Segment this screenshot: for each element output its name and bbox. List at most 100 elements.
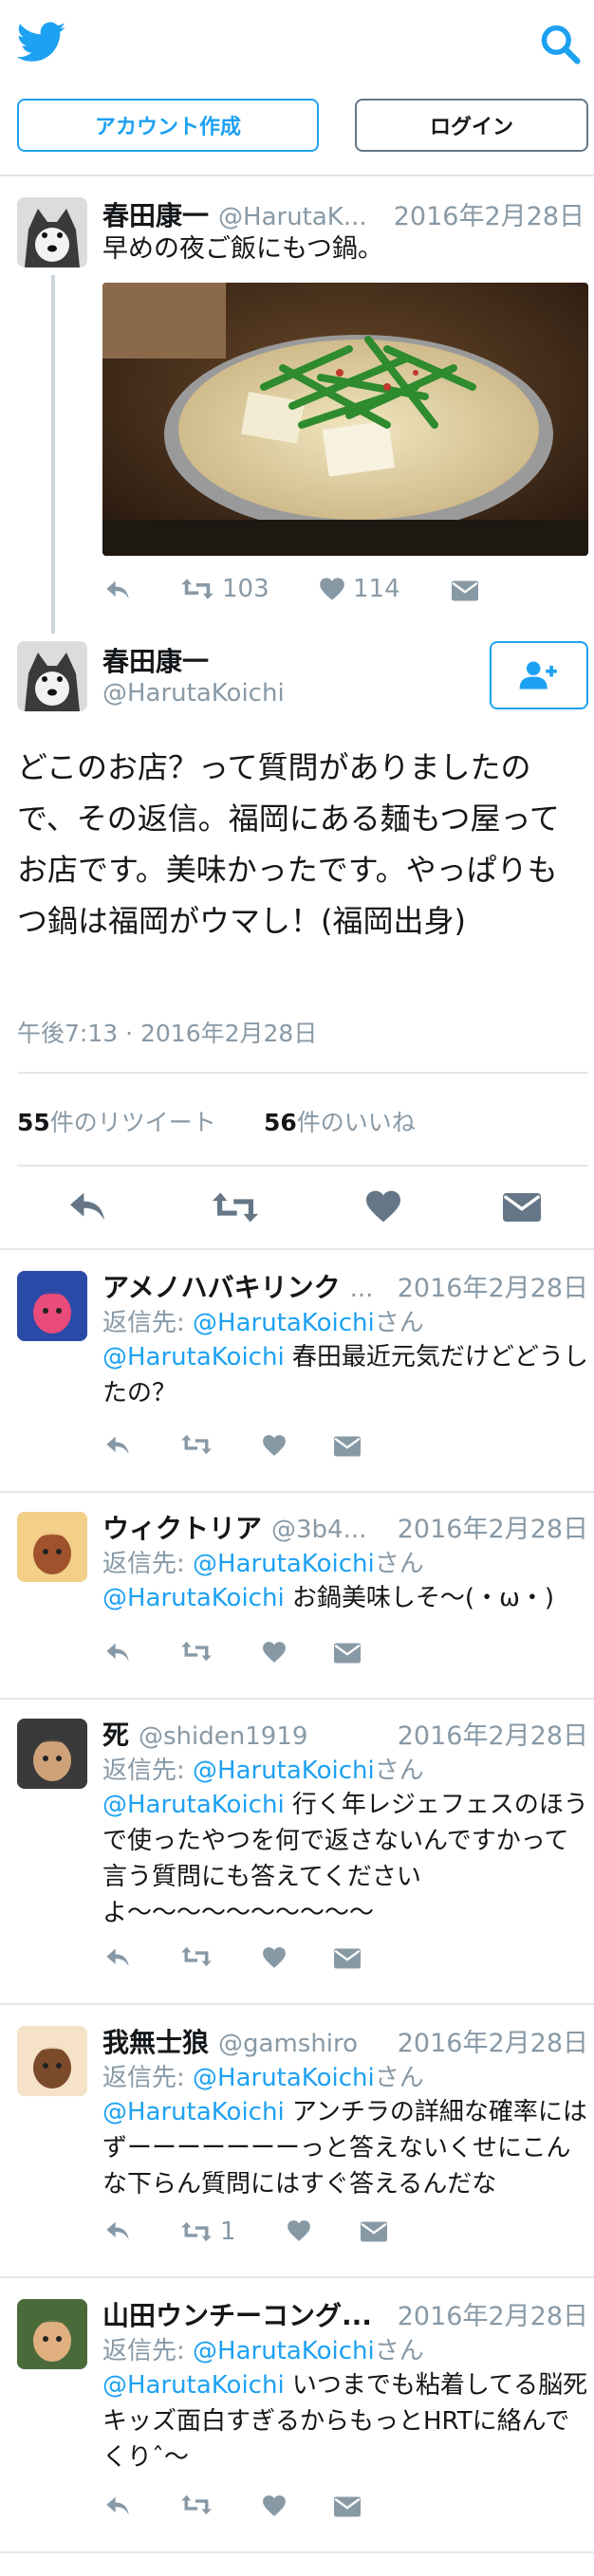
reply-prefix: 返信先:	[102, 1550, 194, 1578]
like-count: 114	[353, 575, 400, 603]
message-icon[interactable]	[334, 2496, 361, 2517]
reply-prefix: 返信先:	[102, 2064, 194, 2092]
user-name[interactable]: 山田ウンチーコング...	[102, 2295, 372, 2333]
divider	[17, 1165, 588, 1167]
reply-icon[interactable]	[66, 1189, 108, 1224]
message-icon[interactable]	[334, 1948, 361, 1969]
login-button[interactable]: ログイン	[355, 99, 588, 152]
user-name[interactable]: 死	[102, 1715, 129, 1753]
reply-to-link[interactable]: @HarutaKoichi	[193, 2064, 375, 2092]
message-icon[interactable]	[503, 1193, 541, 1222]
user-name[interactable]: 我無士狼	[102, 2022, 209, 2060]
reply-icon[interactable]	[104, 2219, 131, 2242]
avatar[interactable]	[17, 2026, 87, 2096]
thread-line	[51, 275, 55, 634]
retweet-count: 103	[222, 575, 269, 603]
reply-icon[interactable]	[104, 1946, 131, 1969]
reply-context: 返信先: @HarutaKoichiさん	[102, 2331, 424, 2366]
reply-context: 返信先: @HarutaKoichiさん	[102, 1751, 424, 1786]
tweet-timestamp[interactable]: 午後7:13 · 2016年2月28日	[17, 1015, 317, 1049]
user-handle: @HarutaK...	[218, 203, 367, 231]
tweet-photo[interactable]	[102, 283, 588, 556]
reply-to-link[interactable]: @HarutaKoichi	[193, 1550, 375, 1578]
message-icon[interactable]	[361, 2221, 387, 2242]
avatar[interactable]	[17, 1271, 87, 1341]
like-icon[interactable]	[262, 2494, 287, 2517]
search-icon[interactable]	[539, 23, 581, 64]
like-icon[interactable]	[287, 2219, 311, 2242]
reply-to-link[interactable]: @HarutaKoichi	[193, 1757, 375, 1785]
tweet-date[interactable]: 2016年2月28日	[398, 1267, 588, 1304]
retweet-button[interactable]	[180, 1944, 220, 1969]
user-name[interactable]: 春田康一	[102, 641, 209, 679]
like-icon[interactable]	[364, 1189, 402, 1224]
signup-button[interactable]: アカウント作成	[17, 99, 319, 152]
mention-link[interactable]: @HarutaKoichi	[102, 1584, 285, 1612]
reply-prefix: 返信先:	[102, 1309, 194, 1337]
retweet-button[interactable]	[180, 1639, 220, 1664]
user-name[interactable]: ウィクトリア	[102, 1508, 262, 1546]
twitter-bird-icon[interactable]	[16, 21, 66, 64]
tweet-date[interactable]: 2016年2月28日	[398, 2022, 588, 2059]
like-icon[interactable]	[262, 1946, 287, 1969]
tweet-date[interactable]: 2016年2月28日	[398, 2295, 588, 2332]
divider	[0, 175, 594, 176]
reply-context: 返信先: @HarutaKoichiさん	[102, 1303, 424, 1338]
like-button[interactable]: 114	[319, 575, 400, 603]
tweet-date[interactable]: 2016年2月28日	[398, 1715, 588, 1752]
follow-button[interactable]	[490, 641, 588, 709]
user-handle: ...	[349, 1275, 374, 1303]
avatar[interactable]	[17, 197, 87, 267]
divider	[0, 1491, 594, 1493]
message-icon[interactable]	[334, 1436, 361, 1457]
reply-to-link[interactable]: @HarutaKoichi	[193, 2337, 375, 2365]
tweet-date[interactable]: 2016年2月28日	[394, 195, 585, 232]
like-stat-count: 56	[264, 1109, 297, 1136]
retweet-stats[interactable]: 55件のリツイート	[17, 1104, 216, 1138]
reply-icon[interactable]	[104, 1641, 131, 1664]
retweet-button[interactable]	[180, 2493, 220, 2517]
tweet-date[interactable]: 2016年2月28日	[398, 1508, 588, 1545]
reply-suffix: さん	[374, 1309, 424, 1337]
reply-icon[interactable]	[104, 579, 131, 601]
avatar[interactable]	[17, 1512, 87, 1582]
user-name[interactable]: アメノハバキリンク	[102, 1267, 341, 1305]
tweet-header: ウィクトリア @3b4... 2016年2月28日	[102, 1508, 588, 1546]
retweet-button[interactable]	[180, 1432, 220, 1457]
user-name[interactable]: 春田康一	[102, 195, 209, 233]
mention-link[interactable]: @HarutaKoichi	[102, 2098, 285, 2126]
message-icon[interactable]	[334, 1643, 361, 1664]
user-handle: @gamshiro	[218, 2030, 359, 2058]
divider	[17, 1072, 588, 1074]
like-stats[interactable]: 56件のいいね	[264, 1104, 416, 1138]
retweet-button[interactable]: 1	[180, 2217, 236, 2246]
reply-body: お鍋美味しそ〜(・ω・)	[284, 1584, 554, 1612]
tweet-text: どこのお店？って質問がありましたので、その返信。福岡にある麺もつ屋ってお店です。…	[17, 749, 560, 939]
mention-link[interactable]: @HarutaKoichi	[102, 1791, 285, 1819]
tweet-header: 死 @shiden1919 2016年2月28日	[102, 1715, 588, 1753]
avatar[interactable]	[17, 2299, 87, 2369]
tweet-header: 我無士狼 @gamshiro 2016年2月28日	[102, 2022, 588, 2060]
tweet-text: @HarutaKoichi お鍋美味しそ〜(・ω・)	[102, 1580, 588, 1616]
reply-icon[interactable]	[104, 1434, 131, 1457]
user-handle: @3b4...	[271, 1516, 367, 1544]
like-icon[interactable]	[262, 1434, 287, 1457]
tweet-header: 春田康一 @HarutaK... 2016年2月28日	[102, 195, 585, 233]
retweet-icon[interactable]	[211, 1189, 260, 1225]
reply-prefix: 返信先:	[102, 2337, 194, 2365]
reply-to-link[interactable]: @HarutaKoichi	[193, 1309, 375, 1337]
retweet-button[interactable]: 103	[180, 575, 269, 603]
mention-link[interactable]: @HarutaKoichi	[102, 2371, 285, 2400]
reply-icon[interactable]	[104, 2494, 131, 2517]
mention-link[interactable]: @HarutaKoichi	[102, 1343, 285, 1371]
like-icon[interactable]	[262, 1641, 287, 1664]
tweet-text: 早めの夜ご飯にもつ鍋。	[102, 234, 383, 264]
avatar[interactable]	[17, 641, 87, 711]
reply-suffix: さん	[374, 1757, 424, 1785]
message-icon[interactable]	[452, 580, 478, 601]
tweet-text: @HarutaKoichi いつまでも粘着してる脳死キッズ面白すぎるからもっとH…	[102, 2367, 588, 2475]
reply-context: 返信先: @HarutaKoichiさん	[102, 1544, 424, 1579]
tweet-text: @HarutaKoichi アンチラの詳細な確率にはずーーーーーーーっと答えない…	[102, 2094, 588, 2202]
avatar[interactable]	[17, 1719, 87, 1789]
divider	[0, 1698, 594, 1700]
